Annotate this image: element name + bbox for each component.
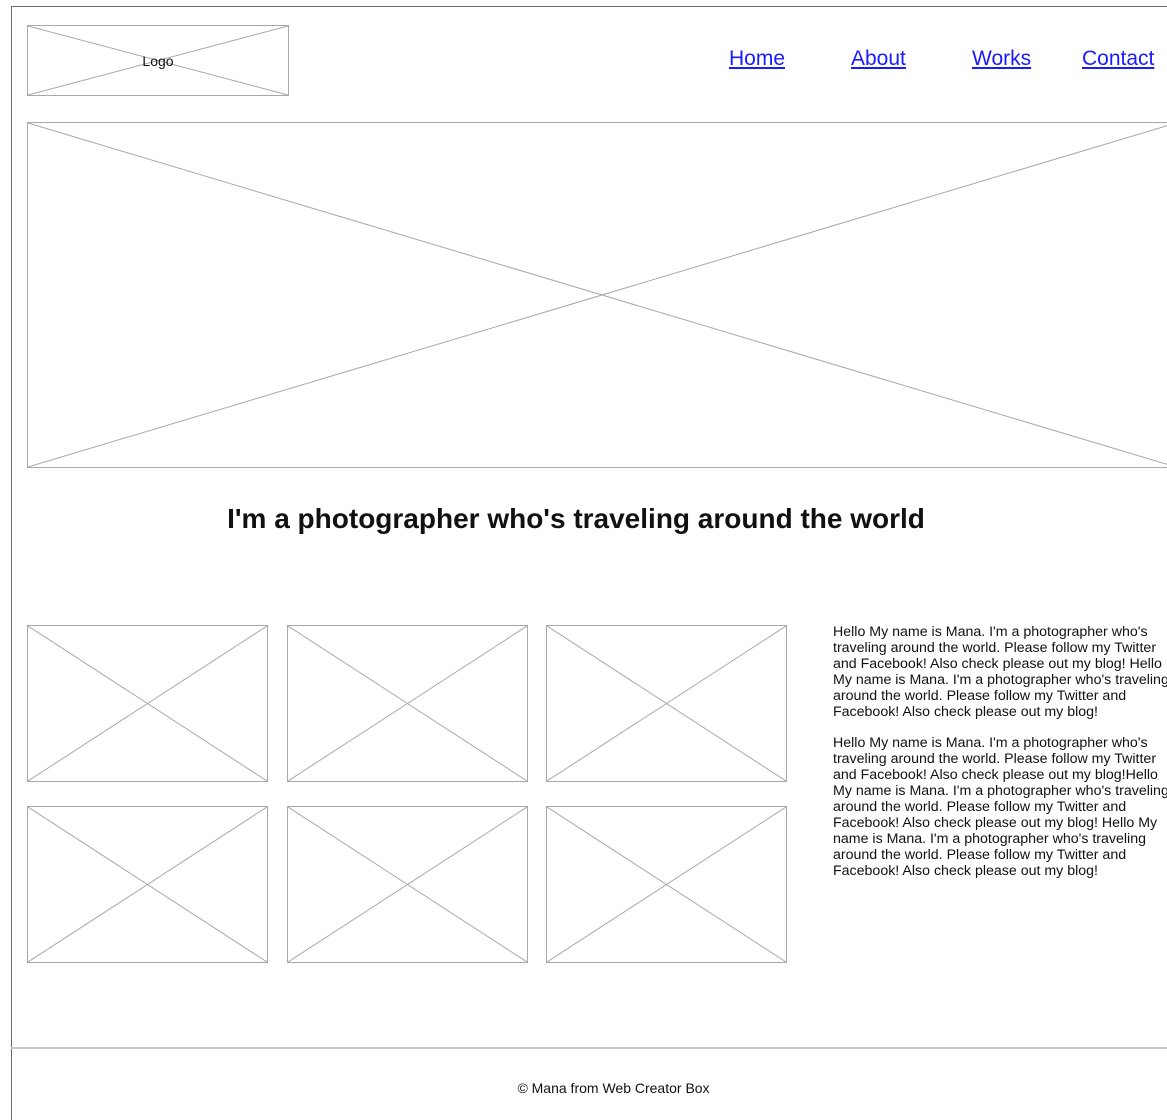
logo-placeholder[interactable]: Logo xyxy=(27,25,289,96)
nav-link-home[interactable]: Home xyxy=(729,47,785,71)
about-paragraph: Hello My name is Mana. I'm a photographe… xyxy=(833,735,1167,879)
gallery-image-placeholder[interactable] xyxy=(27,625,268,782)
page-headline: I'm a photographer who's traveling aroun… xyxy=(227,503,925,534)
nav-link-about[interactable]: About xyxy=(851,47,906,71)
footer-divider xyxy=(11,1047,1167,1049)
gallery-image-placeholder[interactable] xyxy=(546,806,787,963)
gallery-image-placeholder[interactable] xyxy=(546,625,787,782)
footer-copyright: © Mana from Web Creator Box xyxy=(517,1080,710,1096)
about-paragraph: Hello My name is Mana. I'm a photographe… xyxy=(833,624,1167,720)
logo-label: Logo xyxy=(142,52,174,69)
image-placeholder-cross-icon xyxy=(288,807,527,962)
nav-link-works[interactable]: Works xyxy=(972,47,1031,71)
image-placeholder-cross-icon xyxy=(547,807,786,962)
image-placeholder-cross-icon xyxy=(288,626,527,781)
nav-link-contact[interactable]: Contact xyxy=(1082,47,1154,71)
image-placeholder-cross-icon xyxy=(28,807,267,962)
image-placeholder-cross-icon xyxy=(28,626,267,781)
image-placeholder-cross-icon xyxy=(28,123,1167,467)
gallery-image-placeholder[interactable] xyxy=(287,806,528,963)
gallery-image-placeholder[interactable] xyxy=(27,806,268,963)
gallery-image-placeholder[interactable] xyxy=(287,625,528,782)
hero-image-placeholder xyxy=(27,122,1167,468)
about-text: Hello My name is Mana. I'm a photographe… xyxy=(833,624,1167,880)
image-placeholder-cross-icon xyxy=(547,626,786,781)
